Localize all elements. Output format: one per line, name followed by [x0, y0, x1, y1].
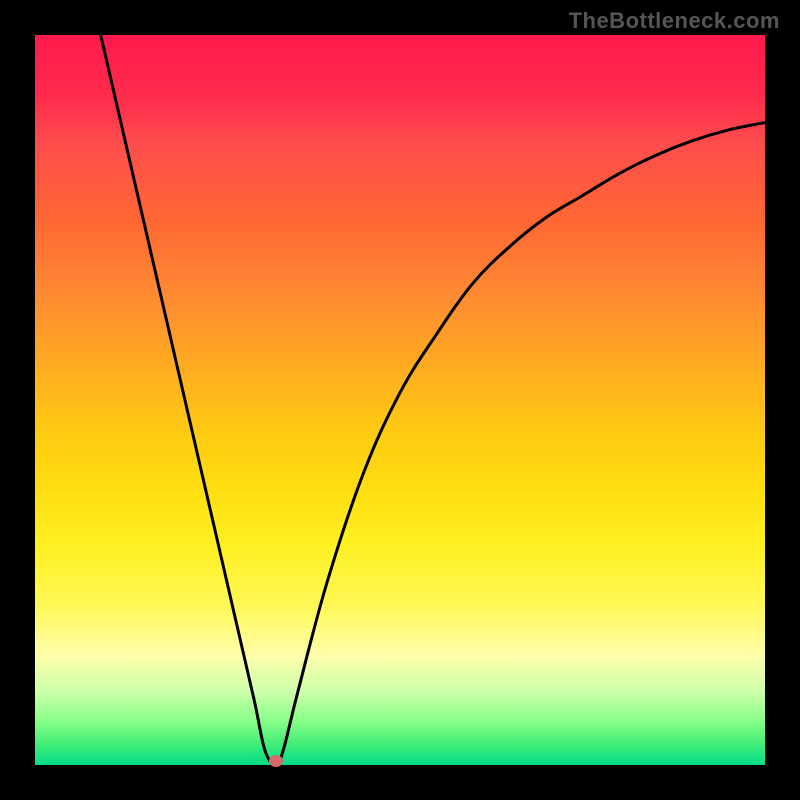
minimum-marker [269, 755, 283, 767]
watermark-text: TheBottleneck.com [569, 8, 780, 34]
plot-area [35, 35, 765, 765]
chart-container: TheBottleneck.com [0, 0, 800, 800]
